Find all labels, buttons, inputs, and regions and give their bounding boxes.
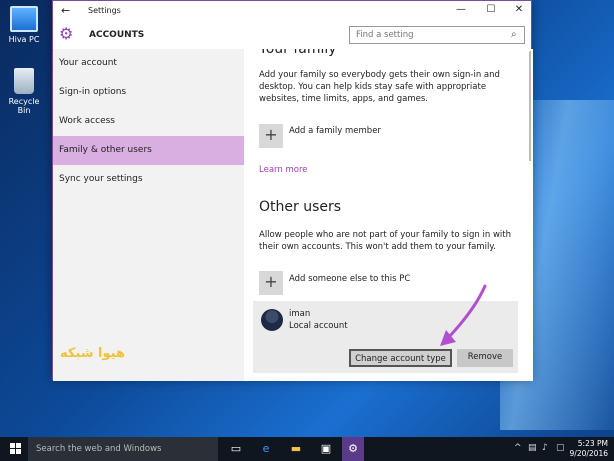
volume-icon[interactable]: ♪: [542, 443, 548, 453]
search-input[interactable]: [349, 26, 525, 44]
window-title: Settings: [88, 6, 121, 15]
file-explorer-icon[interactable]: ▬: [288, 441, 304, 457]
annotation-arrow-icon: [440, 284, 487, 346]
settings-taskbar-icon[interactable]: ⚙: [342, 437, 364, 461]
scrollbar[interactable]: [529, 51, 531, 161]
settings-header: ⚙ ACCOUNTS ⌕: [53, 21, 531, 49]
learn-more-link[interactable]: Learn more: [259, 165, 307, 175]
sidebar-item-your-account[interactable]: Your account: [53, 49, 244, 78]
search-icon[interactable]: ⌕: [511, 29, 517, 40]
add-family-plus-icon[interactable]: +: [259, 124, 283, 148]
maximize-button[interactable]: ☐: [481, 4, 501, 15]
store-icon[interactable]: ▣: [318, 441, 334, 457]
network-icon[interactable]: ▤: [528, 443, 537, 453]
clock-time: 5:23 PM: [577, 439, 608, 448]
action-center-icon[interactable]: ▢: [556, 443, 565, 453]
back-arrow-icon[interactable]: ←: [61, 4, 70, 17]
add-someone-button[interactable]: Add someone else to this PC: [289, 274, 410, 284]
chevron-up-icon[interactable]: ^: [514, 443, 522, 453]
desktop-icon-label: Hiva PC: [8, 35, 40, 44]
other-users-description: Allow people who are not part of your fa…: [259, 230, 511, 252]
taskbar-clock[interactable]: 5:23 PM 9/20/2016: [568, 439, 608, 459]
user-account-type: Local account: [289, 321, 348, 331]
avatar: [261, 309, 283, 331]
gear-icon: ⚙: [59, 24, 74, 43]
desktop-icon-label: Recycle Bin: [8, 97, 40, 115]
sidebar-item-sync-settings[interactable]: Sync your settings: [53, 165, 244, 194]
desktop-icon-recycle-bin[interactable]: Recycle Bin: [2, 68, 46, 115]
other-users-heading: Other users: [259, 199, 342, 215]
windows-start-icon[interactable]: [10, 443, 22, 455]
recycle-bin-icon: [14, 68, 34, 94]
title-bar: ← Settings — ☐ ✕: [53, 1, 531, 21]
close-button[interactable]: ✕: [509, 4, 529, 15]
user-name: iman: [289, 309, 311, 319]
sidebar: Your account Sign-in options Work access…: [53, 49, 244, 381]
minimize-button[interactable]: —: [451, 4, 471, 15]
taskbar: Search the web and Windows ▭ e ▬ ▣ ⚙ ^ ▤…: [0, 437, 614, 461]
clock-date: 9/20/2016: [569, 449, 608, 458]
family-description: Add your family so everybody gets their …: [259, 70, 500, 104]
computer-icon: [10, 6, 38, 32]
section-title: ACCOUNTS: [89, 30, 145, 40]
family-heading: Your family: [259, 49, 337, 57]
add-family-member-button[interactable]: Add a family member: [289, 126, 381, 136]
task-view-icon[interactable]: ▭: [228, 441, 244, 457]
sidebar-item-sign-in-options[interactable]: Sign-in options: [53, 78, 244, 107]
sidebar-item-family-other-users[interactable]: Family & other users: [53, 136, 244, 165]
add-someone-plus-icon[interactable]: +: [259, 271, 283, 295]
sidebar-item-work-access[interactable]: Work access: [53, 107, 244, 136]
desktop-icon-hiva-pc[interactable]: Hiva PC: [2, 6, 46, 44]
watermark-logo: هیوا شبکه: [60, 346, 125, 361]
taskbar-search-box[interactable]: Search the web and Windows: [28, 437, 218, 461]
edge-browser-icon[interactable]: e: [258, 441, 274, 457]
